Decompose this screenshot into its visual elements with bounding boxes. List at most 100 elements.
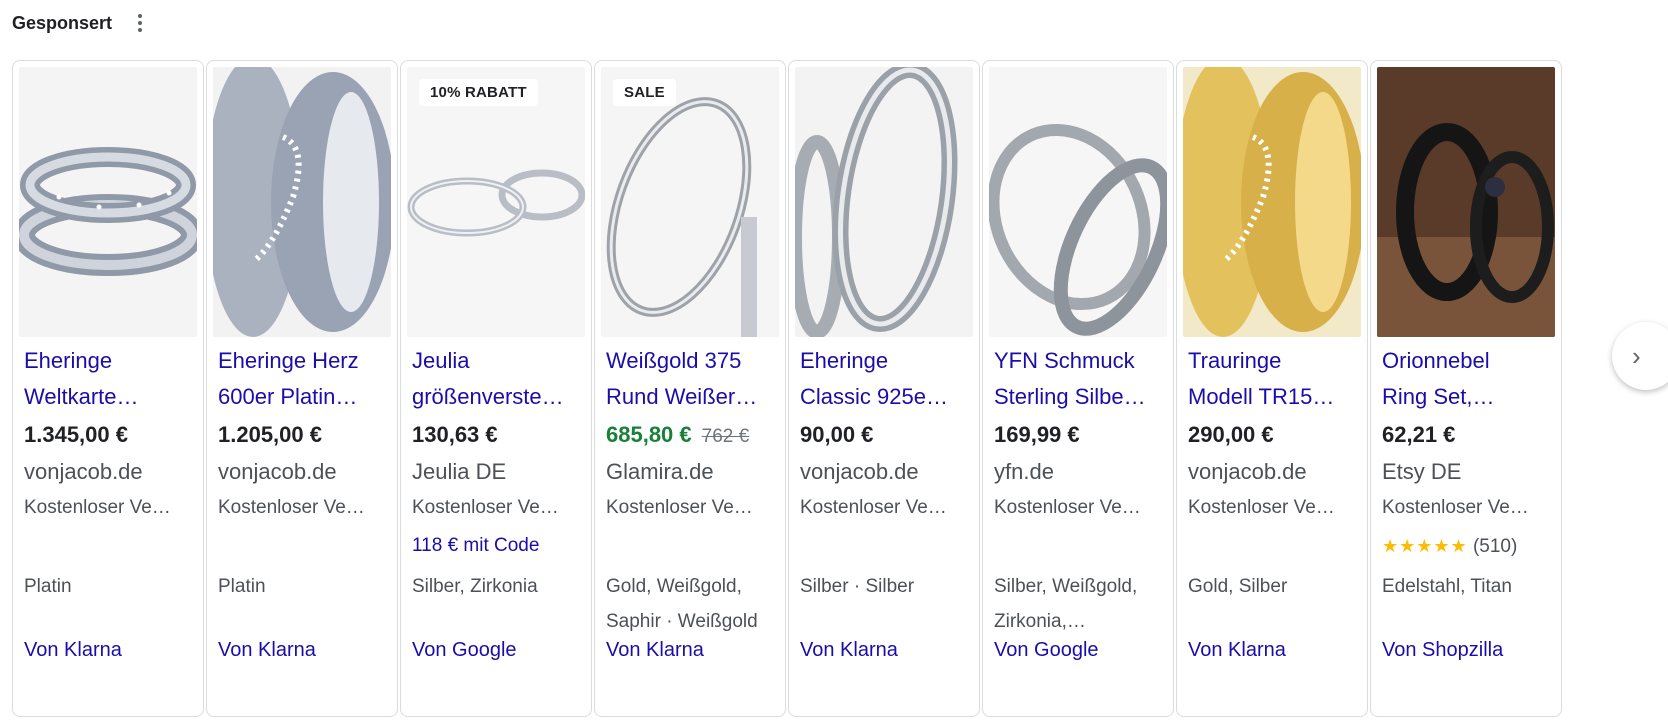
product-attribute-line: Platin: [218, 576, 266, 597]
product-title-line[interactable]: Eheringe: [800, 343, 970, 379]
product-store: Etsy DE: [1382, 459, 1462, 484]
product-image[interactable]: SALE: [601, 67, 779, 337]
product-image[interactable]: [19, 67, 197, 337]
product-card[interactable]: Eheringe Herz 600er Platin… 1.205,00 € v…: [206, 60, 398, 717]
product-title[interactable]: Eheringe Herz 600er Platin…: [218, 343, 388, 415]
product-title-line[interactable]: Weltkarte…: [24, 379, 194, 415]
product-image[interactable]: [795, 67, 973, 337]
discount-badge: 10% RABATT: [419, 79, 538, 106]
product-attributes: Silber, Weißgold, Zirkonia,…: [994, 569, 1172, 639]
ring-image-icon: [989, 67, 1167, 337]
product-source-link[interactable]: Von Google: [412, 635, 517, 665]
product-title-line[interactable]: YFN Schmuck: [994, 343, 1164, 379]
product-attribute-line: Platin: [24, 576, 72, 597]
product-shipping: Kostenloser Ve…: [1382, 497, 1529, 518]
sale-badge: SALE: [613, 79, 676, 106]
product-price: 62,21 €: [1382, 422, 1456, 447]
product-shipping: Kostenloser Ve…: [606, 497, 753, 518]
product-shipping: Kostenloser Ve…: [1188, 497, 1335, 518]
product-source-link[interactable]: Von Klarna: [606, 635, 704, 665]
product-attributes: Gold, Silber: [1188, 569, 1366, 604]
product-store: Glamira.de: [606, 459, 714, 484]
product-shipping: Kostenloser Ve…: [412, 497, 559, 518]
product-shipping: Kostenloser Ve…: [994, 497, 1141, 518]
product-shipping: Kostenloser Ve…: [218, 497, 365, 518]
product-attributes: Edelstahl, Titan: [1382, 569, 1560, 604]
product-attributes: Silber · Silber: [800, 569, 978, 604]
sale-price: 685,80 €: [606, 422, 692, 447]
product-card[interactable]: Eheringe Classic 925e… 90,00 € vonjacob.…: [788, 60, 980, 717]
product-card[interactable]: YFN Schmuck Sterling Silbe… 169,99 € yfn…: [982, 60, 1174, 717]
product-attribute-line: Silber, Zirkonia: [412, 576, 538, 597]
ring-image-icon: [1377, 67, 1555, 337]
product-source-link[interactable]: Von Klarna: [1188, 635, 1286, 665]
rating-count: (510): [1472, 536, 1518, 557]
product-title-line[interactable]: Modell TR15…: [1188, 379, 1358, 415]
product-attribute-line: Zirkonia,…: [994, 611, 1086, 632]
product-price: 1.345,00 €: [24, 422, 128, 447]
product-shipping: Kostenloser Ve…: [800, 497, 947, 518]
product-rating: ★★★★★ (510): [1382, 531, 1517, 562]
product-attributes: Platin: [24, 569, 202, 604]
product-card[interactable]: Eheringe Weltkarte… 1.345,00 € vonjacob.…: [12, 60, 204, 717]
product-title[interactable]: Eheringe Classic 925e…: [800, 343, 970, 415]
product-title-line[interactable]: größenverste…: [412, 379, 582, 415]
product-title[interactable]: Trauringe Modell TR15…: [1188, 343, 1358, 415]
product-source-link[interactable]: Von Shopzilla: [1382, 635, 1503, 665]
product-title-line[interactable]: Trauringe: [1188, 343, 1358, 379]
product-source-link[interactable]: Von Klarna: [800, 635, 898, 665]
product-store: vonjacob.de: [24, 459, 143, 484]
product-price: 685,80 € 762 €: [606, 418, 749, 454]
ring-image-icon: [795, 67, 973, 337]
product-store: vonjacob.de: [218, 459, 337, 484]
product-image[interactable]: [989, 67, 1167, 337]
product-title[interactable]: Orionnebel Ring Set,…: [1382, 343, 1552, 415]
product-card[interactable]: Orionnebel Ring Set,… 62,21 € Etsy DE Ko…: [1370, 60, 1562, 717]
product-title-line[interactable]: Sterling Silbe…: [994, 379, 1164, 415]
promo-code-text[interactable]: 118 € mit Code: [412, 531, 539, 561]
product-title-line[interactable]: Orionnebel: [1382, 343, 1552, 379]
product-attributes: Platin: [218, 569, 396, 604]
product-title[interactable]: Eheringe Weltkarte…: [24, 343, 194, 415]
product-attribute-line: Silber, Weißgold,: [994, 576, 1138, 597]
product-title[interactable]: Jeulia größenverste…: [412, 343, 582, 415]
ring-image-icon: [1183, 67, 1361, 337]
product-title-line[interactable]: Eheringe Herz: [218, 343, 388, 379]
product-source-link[interactable]: Von Klarna: [24, 635, 122, 665]
chevron-right-icon: ›: [1632, 340, 1641, 371]
product-title[interactable]: Weißgold 375 Rund Weißer…: [606, 343, 776, 415]
product-source-link[interactable]: Von Klarna: [218, 635, 316, 665]
product-image[interactable]: [1377, 67, 1555, 337]
ring-image-icon: [601, 67, 779, 337]
product-attributes: Silber, Zirkonia: [412, 569, 590, 604]
product-title-line[interactable]: Rund Weißer…: [606, 379, 776, 415]
product-attribute-line: Edelstahl, Titan: [1382, 576, 1512, 597]
product-card[interactable]: Trauringe Modell TR15… 290,00 € vonjacob…: [1176, 60, 1368, 717]
original-price: 762 €: [701, 426, 750, 447]
product-price: 1.205,00 €: [218, 422, 322, 447]
product-price: 169,99 €: [994, 422, 1080, 447]
product-shipping: Kostenloser Ve…: [24, 497, 171, 518]
product-title-line[interactable]: Jeulia: [412, 343, 582, 379]
more-vert-icon[interactable]: [130, 10, 150, 36]
product-card[interactable]: 10% RABATT Jeulia größenverste… 130,63 €…: [400, 60, 592, 717]
product-store: Jeulia DE: [412, 459, 507, 484]
product-card[interactable]: SALE Weißgold 375 Rund Weißer… 685,80 € 7…: [594, 60, 786, 717]
product-attributes: Gold, Weißgold, Saphir · Weißgold: [606, 569, 784, 639]
product-carousel: Eheringe Weltkarte… 1.345,00 € vonjacob.…: [12, 60, 1668, 719]
product-image[interactable]: [213, 67, 391, 337]
product-attribute-line: Saphir · Weißgold: [606, 611, 758, 632]
product-source-link[interactable]: Von Google: [994, 635, 1099, 665]
product-title-line[interactable]: 600er Platin…: [218, 379, 388, 415]
sponsored-title: Gesponsert: [12, 12, 113, 33]
product-title-line[interactable]: Classic 925e…: [800, 379, 970, 415]
product-title-line[interactable]: Eheringe: [24, 343, 194, 379]
product-image[interactable]: 10% RABATT: [407, 67, 585, 337]
product-title[interactable]: YFN Schmuck Sterling Silbe…: [994, 343, 1164, 415]
product-price: 90,00 €: [800, 422, 874, 447]
product-title-line[interactable]: Weißgold 375: [606, 343, 776, 379]
product-attribute-line: Gold, Silber: [1188, 576, 1288, 597]
ring-image-icon: [19, 67, 197, 337]
product-image[interactable]: [1183, 67, 1361, 337]
product-title-line[interactable]: Ring Set,…: [1382, 379, 1552, 415]
